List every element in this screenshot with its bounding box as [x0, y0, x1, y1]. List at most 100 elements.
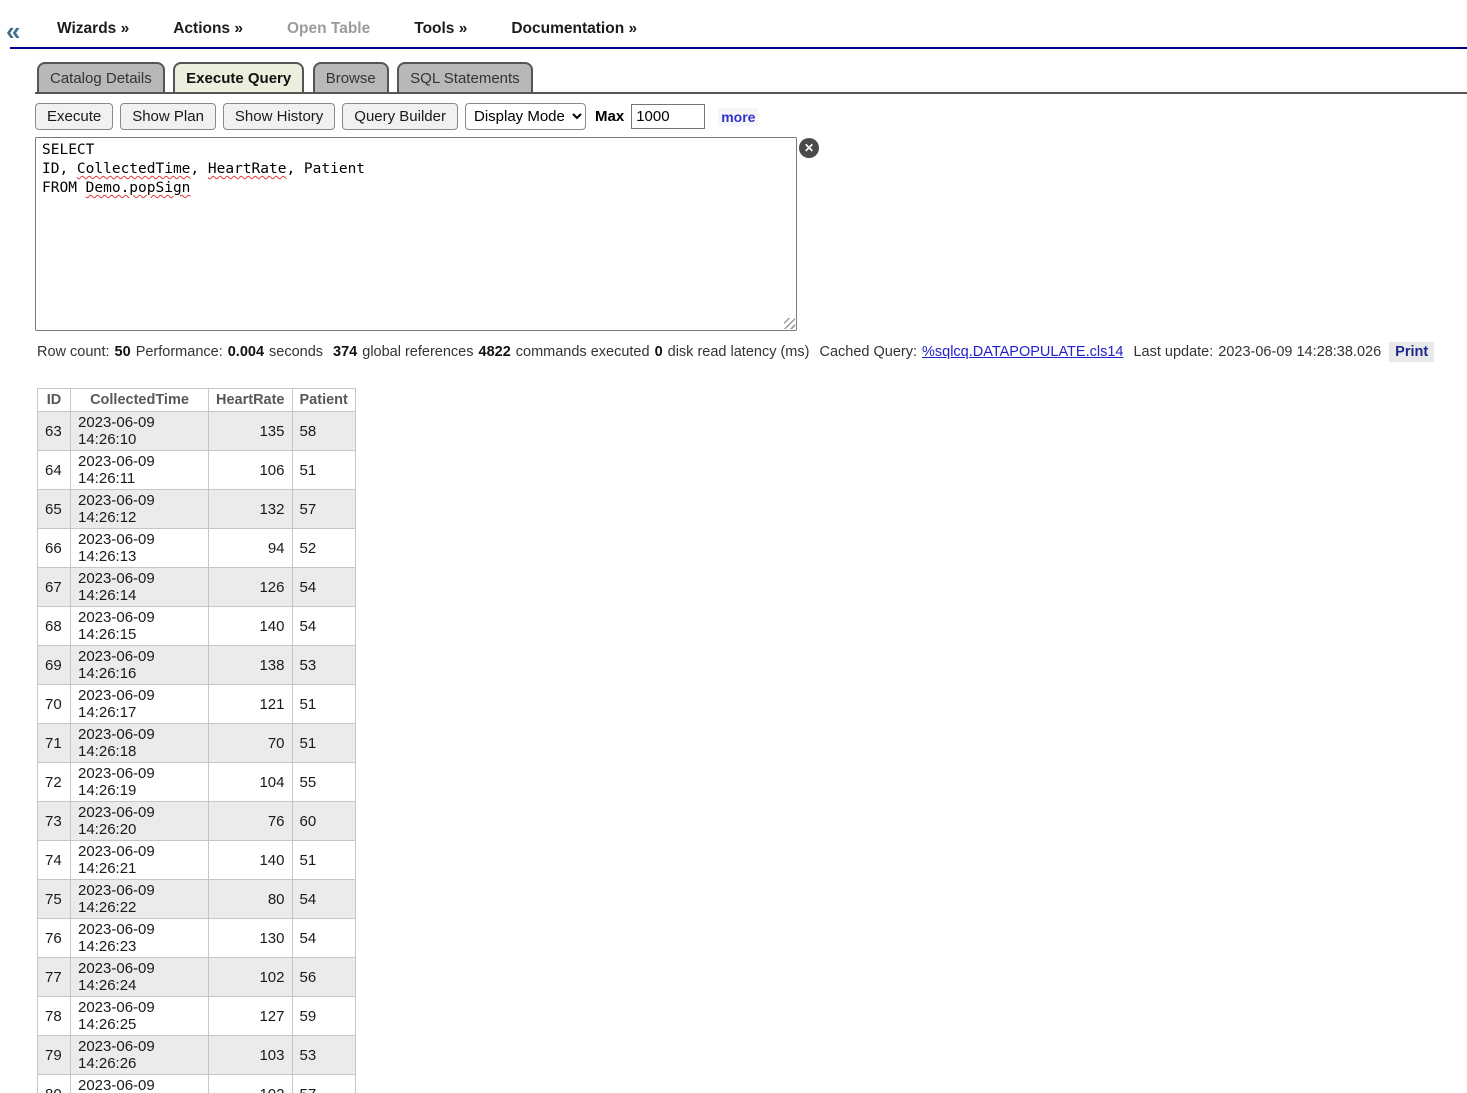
- sql-text-segment: FROM: [42, 180, 86, 196]
- disk-latency-label: disk read latency (ms): [668, 344, 810, 360]
- table-row: 792023-06-09 14:26:2610353: [38, 1036, 356, 1075]
- table-cell: 135: [209, 412, 293, 451]
- table-cell: 80: [38, 1075, 71, 1093]
- tab-catalog-details[interactable]: Catalog Details: [37, 62, 165, 92]
- more-link[interactable]: more: [718, 108, 758, 126]
- menu-item-tools[interactable]: Tools »: [414, 20, 467, 38]
- table-header-row: ID CollectedTime HeartRate Patient: [38, 389, 356, 412]
- table-row: 682023-06-09 14:26:1514054: [38, 607, 356, 646]
- table-cell: 53: [292, 1036, 355, 1075]
- table-cell: 59: [292, 997, 355, 1036]
- max-rows-input[interactable]: [631, 104, 705, 129]
- table-row: 802023-06-09 14:26:2710257: [38, 1075, 356, 1093]
- results-tbody: 632023-06-09 14:26:1013558642023-06-09 1…: [38, 412, 356, 1093]
- table-cell: 2023-06-09 14:26:23: [71, 919, 209, 958]
- sql-text-segment: CollectedTime: [77, 161, 191, 177]
- table-cell: 51: [292, 841, 355, 880]
- table-cell: 66: [38, 529, 71, 568]
- table-cell: 79: [38, 1036, 71, 1075]
- menu-item-documentation[interactable]: Documentation »: [511, 20, 637, 38]
- table-cell: 68: [38, 607, 71, 646]
- table-cell: 70: [38, 685, 71, 724]
- table-cell: 2023-06-09 14:26:12: [71, 490, 209, 529]
- table-row: 712023-06-09 14:26:187051: [38, 724, 356, 763]
- collapse-menu-icon[interactable]: «: [6, 18, 20, 44]
- table-cell: 54: [292, 568, 355, 607]
- table-cell: 2023-06-09 14:26:11: [71, 451, 209, 490]
- table-row: 772023-06-09 14:26:2410256: [38, 958, 356, 997]
- close-icon[interactable]: ✕: [799, 138, 819, 158]
- query-status-line: Row count: 50 Performance: 0.004 seconds…: [37, 342, 1467, 362]
- commands-value: 4822: [479, 344, 511, 360]
- table-cell: 2023-06-09 14:26:13: [71, 529, 209, 568]
- column-header-patient[interactable]: Patient: [292, 389, 355, 412]
- table-cell: 57: [292, 490, 355, 529]
- table-row: 642023-06-09 14:26:1110651: [38, 451, 356, 490]
- menu-item-wizards[interactable]: Wizards »: [57, 20, 129, 38]
- table-cell: 78: [38, 997, 71, 1036]
- table-row: 632023-06-09 14:26:1013558: [38, 412, 356, 451]
- table-cell: 102: [209, 1075, 293, 1093]
- table-cell: 2023-06-09 14:26:22: [71, 880, 209, 919]
- table-row: 702023-06-09 14:26:1712151: [38, 685, 356, 724]
- table-cell: 126: [209, 568, 293, 607]
- table-cell: 2023-06-09 14:26:19: [71, 763, 209, 802]
- sql-text-segment: Demo.popSign: [86, 180, 191, 196]
- max-label: Max: [595, 108, 624, 125]
- table-cell: 72: [38, 763, 71, 802]
- tab-execute-query[interactable]: Execute Query: [173, 62, 304, 92]
- tab-sql-statements[interactable]: SQL Statements: [397, 62, 533, 92]
- table-cell: 51: [292, 451, 355, 490]
- table-cell: 2023-06-09 14:26:10: [71, 412, 209, 451]
- tab-strip: Catalog Details Execute Query Browse SQL…: [35, 62, 1467, 94]
- table-row: 662023-06-09 14:26:139452: [38, 529, 356, 568]
- table-row: 742023-06-09 14:26:2114051: [38, 841, 356, 880]
- cached-query-link[interactable]: %sqlcq.DATAPOPULATE.cls14: [922, 344, 1123, 360]
- textarea-resize-handle[interactable]: [784, 318, 795, 329]
- sql-query-textarea[interactable]: SELECTID, CollectedTime, HeartRate, Pati…: [35, 137, 797, 331]
- table-cell: 53: [292, 646, 355, 685]
- table-cell: 2023-06-09 14:26:21: [71, 841, 209, 880]
- table-row: 732023-06-09 14:26:207660: [38, 802, 356, 841]
- table-cell: 121: [209, 685, 293, 724]
- column-header-heartrate[interactable]: HeartRate: [209, 389, 293, 412]
- column-header-collectedtime[interactable]: CollectedTime: [71, 389, 209, 412]
- column-header-id[interactable]: ID: [38, 389, 71, 412]
- sql-text-segment: , Patient: [286, 161, 365, 177]
- display-mode-select[interactable]: Display Mode: [465, 103, 586, 130]
- table-cell: 80: [209, 880, 293, 919]
- table-cell: 2023-06-09 14:26:26: [71, 1036, 209, 1075]
- table-cell: 127: [209, 997, 293, 1036]
- table-cell: 2023-06-09 14:26:25: [71, 997, 209, 1036]
- query-builder-button[interactable]: Query Builder: [342, 103, 458, 130]
- table-cell: 140: [209, 841, 293, 880]
- show-history-button[interactable]: Show History: [223, 103, 335, 130]
- table-row: 782023-06-09 14:26:2512759: [38, 997, 356, 1036]
- table-cell: 64: [38, 451, 71, 490]
- table-cell: 2023-06-09 14:26:14: [71, 568, 209, 607]
- table-cell: 57: [292, 1075, 355, 1093]
- table-row: 692023-06-09 14:26:1613853: [38, 646, 356, 685]
- execute-button[interactable]: Execute: [35, 103, 113, 130]
- table-cell: 75: [38, 880, 71, 919]
- menu-item-actions[interactable]: Actions »: [173, 20, 243, 38]
- table-cell: 102: [209, 958, 293, 997]
- print-button[interactable]: Print: [1389, 342, 1434, 362]
- table-cell: 2023-06-09 14:26:20: [71, 802, 209, 841]
- table-cell: 76: [209, 802, 293, 841]
- table-row: 762023-06-09 14:26:2313054: [38, 919, 356, 958]
- menu-row: Wizards » Actions » Open Table Tools » D…: [10, 20, 1467, 49]
- table-cell: 60: [292, 802, 355, 841]
- last-update-value: 2023-06-09 14:28:38.026: [1218, 344, 1381, 360]
- global-refs-value: 374: [333, 344, 357, 360]
- table-cell: 52: [292, 529, 355, 568]
- sql-text-segment: ID,: [42, 161, 77, 177]
- table-cell: 55: [292, 763, 355, 802]
- show-plan-button[interactable]: Show Plan: [120, 103, 216, 130]
- tab-browse[interactable]: Browse: [313, 62, 389, 92]
- last-update-label: Last update:: [1133, 344, 1213, 360]
- table-cell: 70: [209, 724, 293, 763]
- global-refs-label: global references: [362, 344, 473, 360]
- table-cell: 94: [209, 529, 293, 568]
- table-row: 672023-06-09 14:26:1412654: [38, 568, 356, 607]
